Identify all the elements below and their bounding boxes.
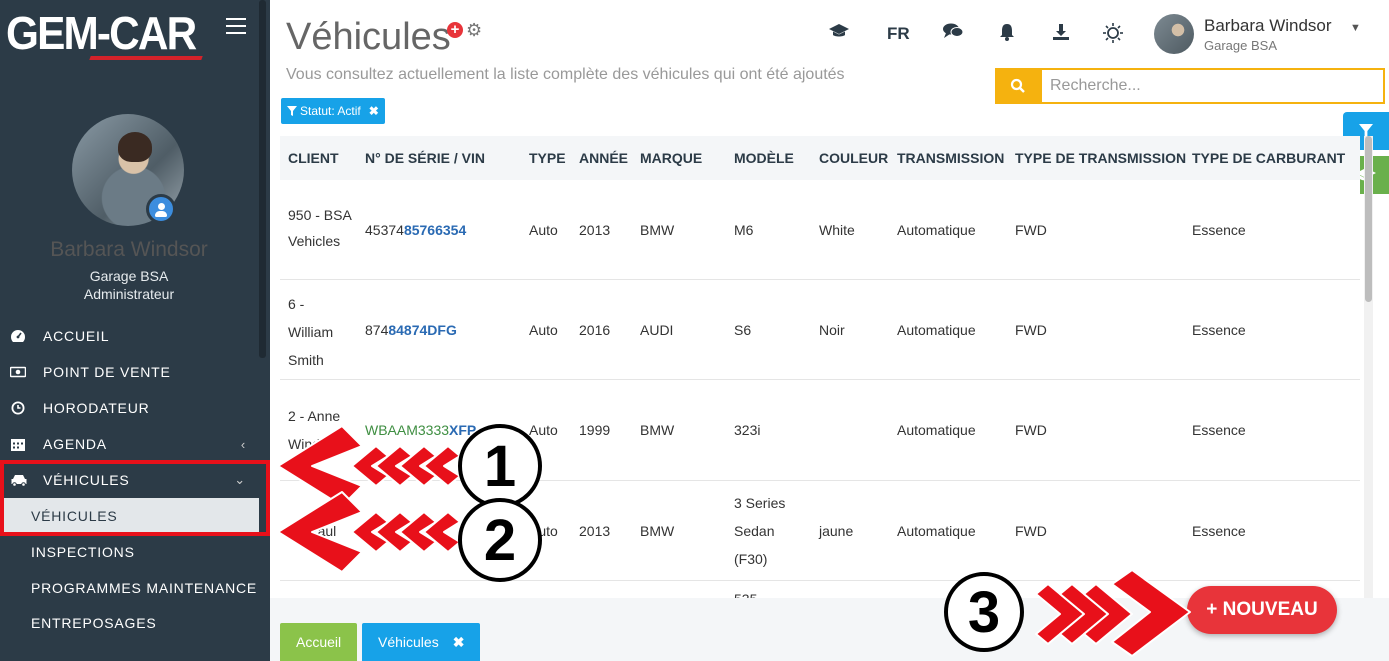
big-arrow-2 [277, 491, 363, 573]
step-3-marker: 3 [944, 572, 1024, 652]
big-arrow-1 [277, 425, 363, 507]
annotation-arrows [277, 425, 1191, 657]
step-2-marker: 2 [458, 498, 542, 582]
step-1-marker: 1 [458, 424, 542, 508]
